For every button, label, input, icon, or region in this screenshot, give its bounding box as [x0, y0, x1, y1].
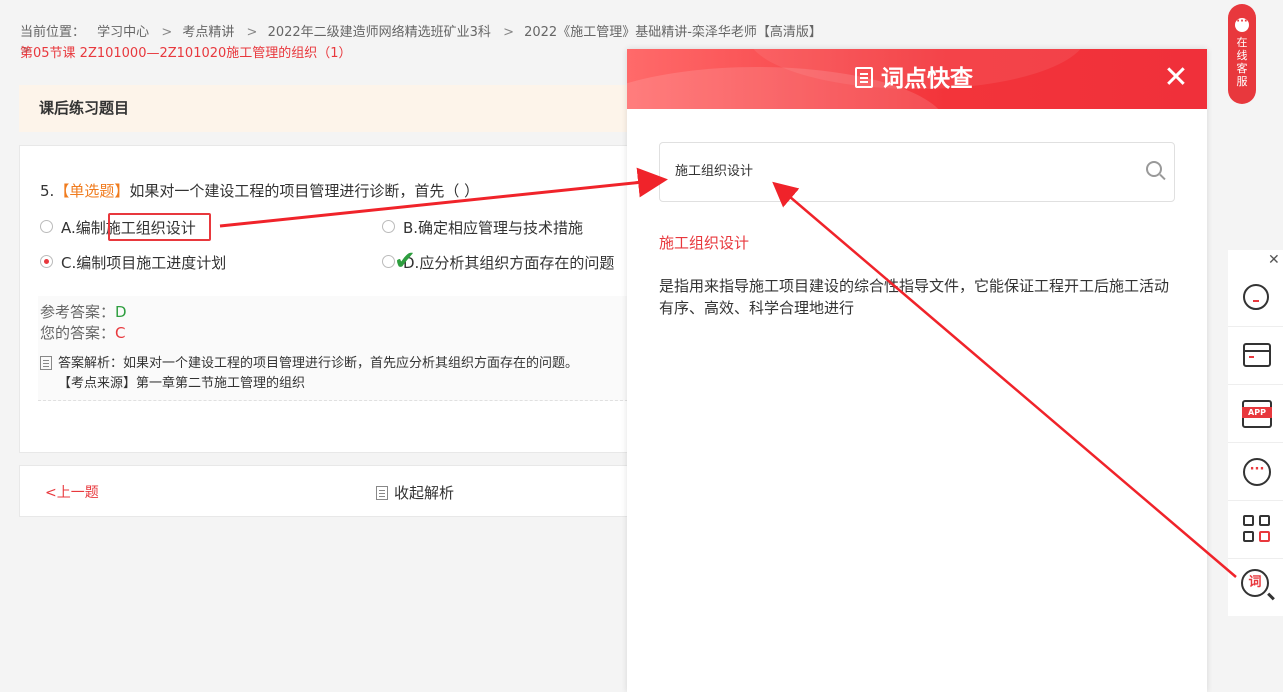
breadcrumb-item-lesson-series[interactable]: 2022《施工管理》基础精讲-栾泽华老师【高清版】: [524, 25, 822, 40]
term-highlight-box[interactable]: [108, 213, 211, 241]
collapse-document-icon: [376, 485, 388, 500]
question-number: 5.: [40, 182, 55, 200]
your-answer-label: 您的答案：: [40, 324, 116, 342]
reference-answer: 参考答案：D: [40, 302, 127, 323]
option-c-radio[interactable]: [40, 255, 53, 268]
question-text: 如果对一个建设工程的项目管理进行诊断，首先（ ）: [129, 182, 480, 200]
chat-bubble-icon: [1235, 15, 1249, 32]
breadcrumb-item-course[interactable]: 2022年二级建造师网络精选班矿业3科: [268, 25, 491, 40]
side-toolbar-close-icon[interactable]: ✕: [1268, 252, 1280, 268]
analysis-source: 【考点来源】第一章第二节施工管理的组织: [58, 376, 306, 391]
exercise-section-title: 课后练习题目: [19, 85, 639, 132]
word-lookup-panel-title: 词点快查: [855, 63, 973, 95]
prev-question-link[interactable]: <上一题: [45, 482, 99, 502]
document-icon: [40, 355, 52, 370]
word-lookup-title-text: 词点快查: [881, 66, 973, 92]
analysis-text: 答案解析：如果对一个建设工程的项目管理进行诊断，首先应分析其组织方面存在的问题。: [58, 356, 579, 371]
collapse-analysis-button[interactable]: 收起解析: [376, 482, 454, 503]
qr-grid-icon[interactable]: [1243, 515, 1273, 545]
breadcrumb-item-study-center[interactable]: 学习中心: [97, 25, 149, 40]
app-tag: APP: [1242, 407, 1272, 418]
breadcrumb-item-key-points[interactable]: 考点精讲: [182, 25, 234, 40]
collapse-analysis-label: 收起解析: [394, 484, 455, 502]
your-answer: 您的答案：C: [40, 323, 126, 344]
app-download-icon[interactable]: APP: [1242, 400, 1272, 428]
reference-answer-value: D: [115, 303, 127, 321]
headset-support-icon[interactable]: [1243, 284, 1269, 310]
answer-analysis: 答案解析：如果对一个建设工程的项目管理进行诊断，首先应分析其组织方面存在的问题。…: [40, 354, 578, 394]
breadcrumb-separator: >: [246, 25, 258, 40]
reference-answer-label: 参考答案：: [40, 303, 116, 321]
lookup-result-term: 施工组织设计: [659, 234, 750, 252]
online-service-button[interactable]: 在 线 客 服: [1228, 4, 1256, 104]
breadcrumb-separator: >: [503, 25, 514, 40]
breadcrumb-separator: >: [161, 25, 173, 40]
lookup-search-input[interactable]: 施工组织设计: [659, 142, 1175, 202]
word-lookup-icon[interactable]: 词: [1241, 569, 1269, 597]
option-d[interactable]: D.应分析其组织方面存在的问题: [382, 252, 614, 274]
option-c[interactable]: C.编制项目施工进度计划: [40, 252, 226, 274]
breadcrumb-prefix: 当前位置：: [20, 25, 86, 40]
breadcrumb-current: 第05节课 2Z101000—2Z101020施工管理的组织（1）: [20, 46, 352, 61]
chat-icon[interactable]: [1243, 458, 1271, 486]
close-icon[interactable]: ✕: [1163, 63, 1189, 93]
correct-check-icon: ✔: [394, 246, 416, 276]
question-title: 5.【单选题】如果对一个建设工程的项目管理进行诊断，首先（ ）: [40, 180, 479, 201]
card-icon[interactable]: [1243, 343, 1271, 367]
option-b-label: B.确定相应管理与技术措施: [403, 219, 584, 237]
option-b-radio[interactable]: [382, 220, 395, 233]
option-d-label: D.应分析其组织方面存在的问题: [403, 254, 615, 272]
option-a-radio[interactable]: [40, 220, 53, 233]
question-type: 【单选题】: [54, 182, 130, 200]
book-icon: [855, 67, 873, 88]
lookup-result-definition: 是指用来指导施工项目建设的综合性指导文件，它能保证工程开工后施工活动有序、高效、…: [659, 277, 1170, 317]
option-b[interactable]: B.确定相应管理与技术措施: [382, 217, 583, 239]
question-nav-bar: [19, 465, 639, 517]
your-answer-value: C: [115, 324, 126, 342]
option-c-label: C.编制项目施工进度计划: [61, 254, 227, 272]
search-icon[interactable]: [1146, 161, 1162, 177]
